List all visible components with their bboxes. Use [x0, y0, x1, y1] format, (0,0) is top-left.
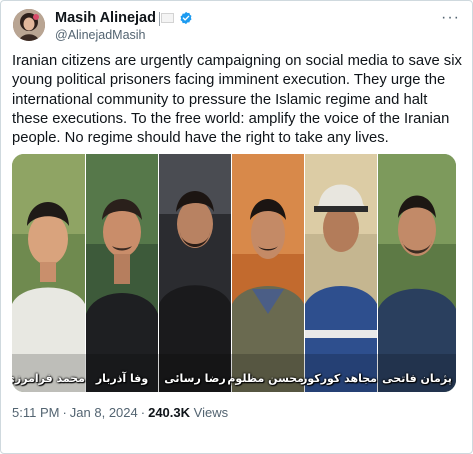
tweet-media-image[interactable]: محمد فرامرزی وفا آذربار رضا رسائی محسن م…	[12, 154, 456, 392]
display-name-row: Masih Alinejad	[55, 9, 193, 26]
tweet-card[interactable]: Masih Alinejad @AlinejadMasih ··· Irania…	[0, 0, 473, 454]
portrait-caption-6: پژمان فاتحی	[382, 372, 452, 385]
portrait-caption-1: محمد فرامرزی	[12, 372, 85, 385]
author-display-name[interactable]: Masih Alinejad	[55, 10, 156, 26]
views-label: Views	[193, 405, 229, 420]
portrait-caption-3: رضا رسائی	[164, 372, 226, 385]
avatar[interactable]	[13, 9, 45, 41]
prisoner-portraits-collage	[12, 154, 456, 392]
tweet-meta: 5:11 PM · Jan 8, 2024 · 240.3K Views	[12, 405, 228, 420]
meta-separator-2: ·	[140, 405, 146, 420]
tweet-header: Masih Alinejad @AlinejadMasih ···	[11, 9, 462, 43]
portrait-caption-2: وفا آذربار	[95, 372, 149, 385]
portrait-caption-4: محسن مظلوم	[227, 372, 304, 385]
verified-badge-icon[interactable]	[179, 11, 193, 25]
meta-separator: ·	[62, 405, 67, 420]
white-flag-icon	[158, 11, 174, 26]
more-horizontal-icon[interactable]: ···	[441, 9, 460, 27]
tweet-time[interactable]: 5:11 PM	[12, 405, 59, 420]
views-count: 240.3K	[148, 405, 191, 420]
tweet-date[interactable]: Jan 8, 2024	[70, 405, 138, 420]
author-names: Masih Alinejad @AlinejadMasih	[55, 9, 193, 42]
tweet-text: Iranian citizens are urgently campaignin…	[12, 53, 462, 147]
author-handle[interactable]: @AlinejadMasih	[55, 28, 193, 42]
portrait-caption-5: مجاهد کورکور	[301, 372, 377, 385]
